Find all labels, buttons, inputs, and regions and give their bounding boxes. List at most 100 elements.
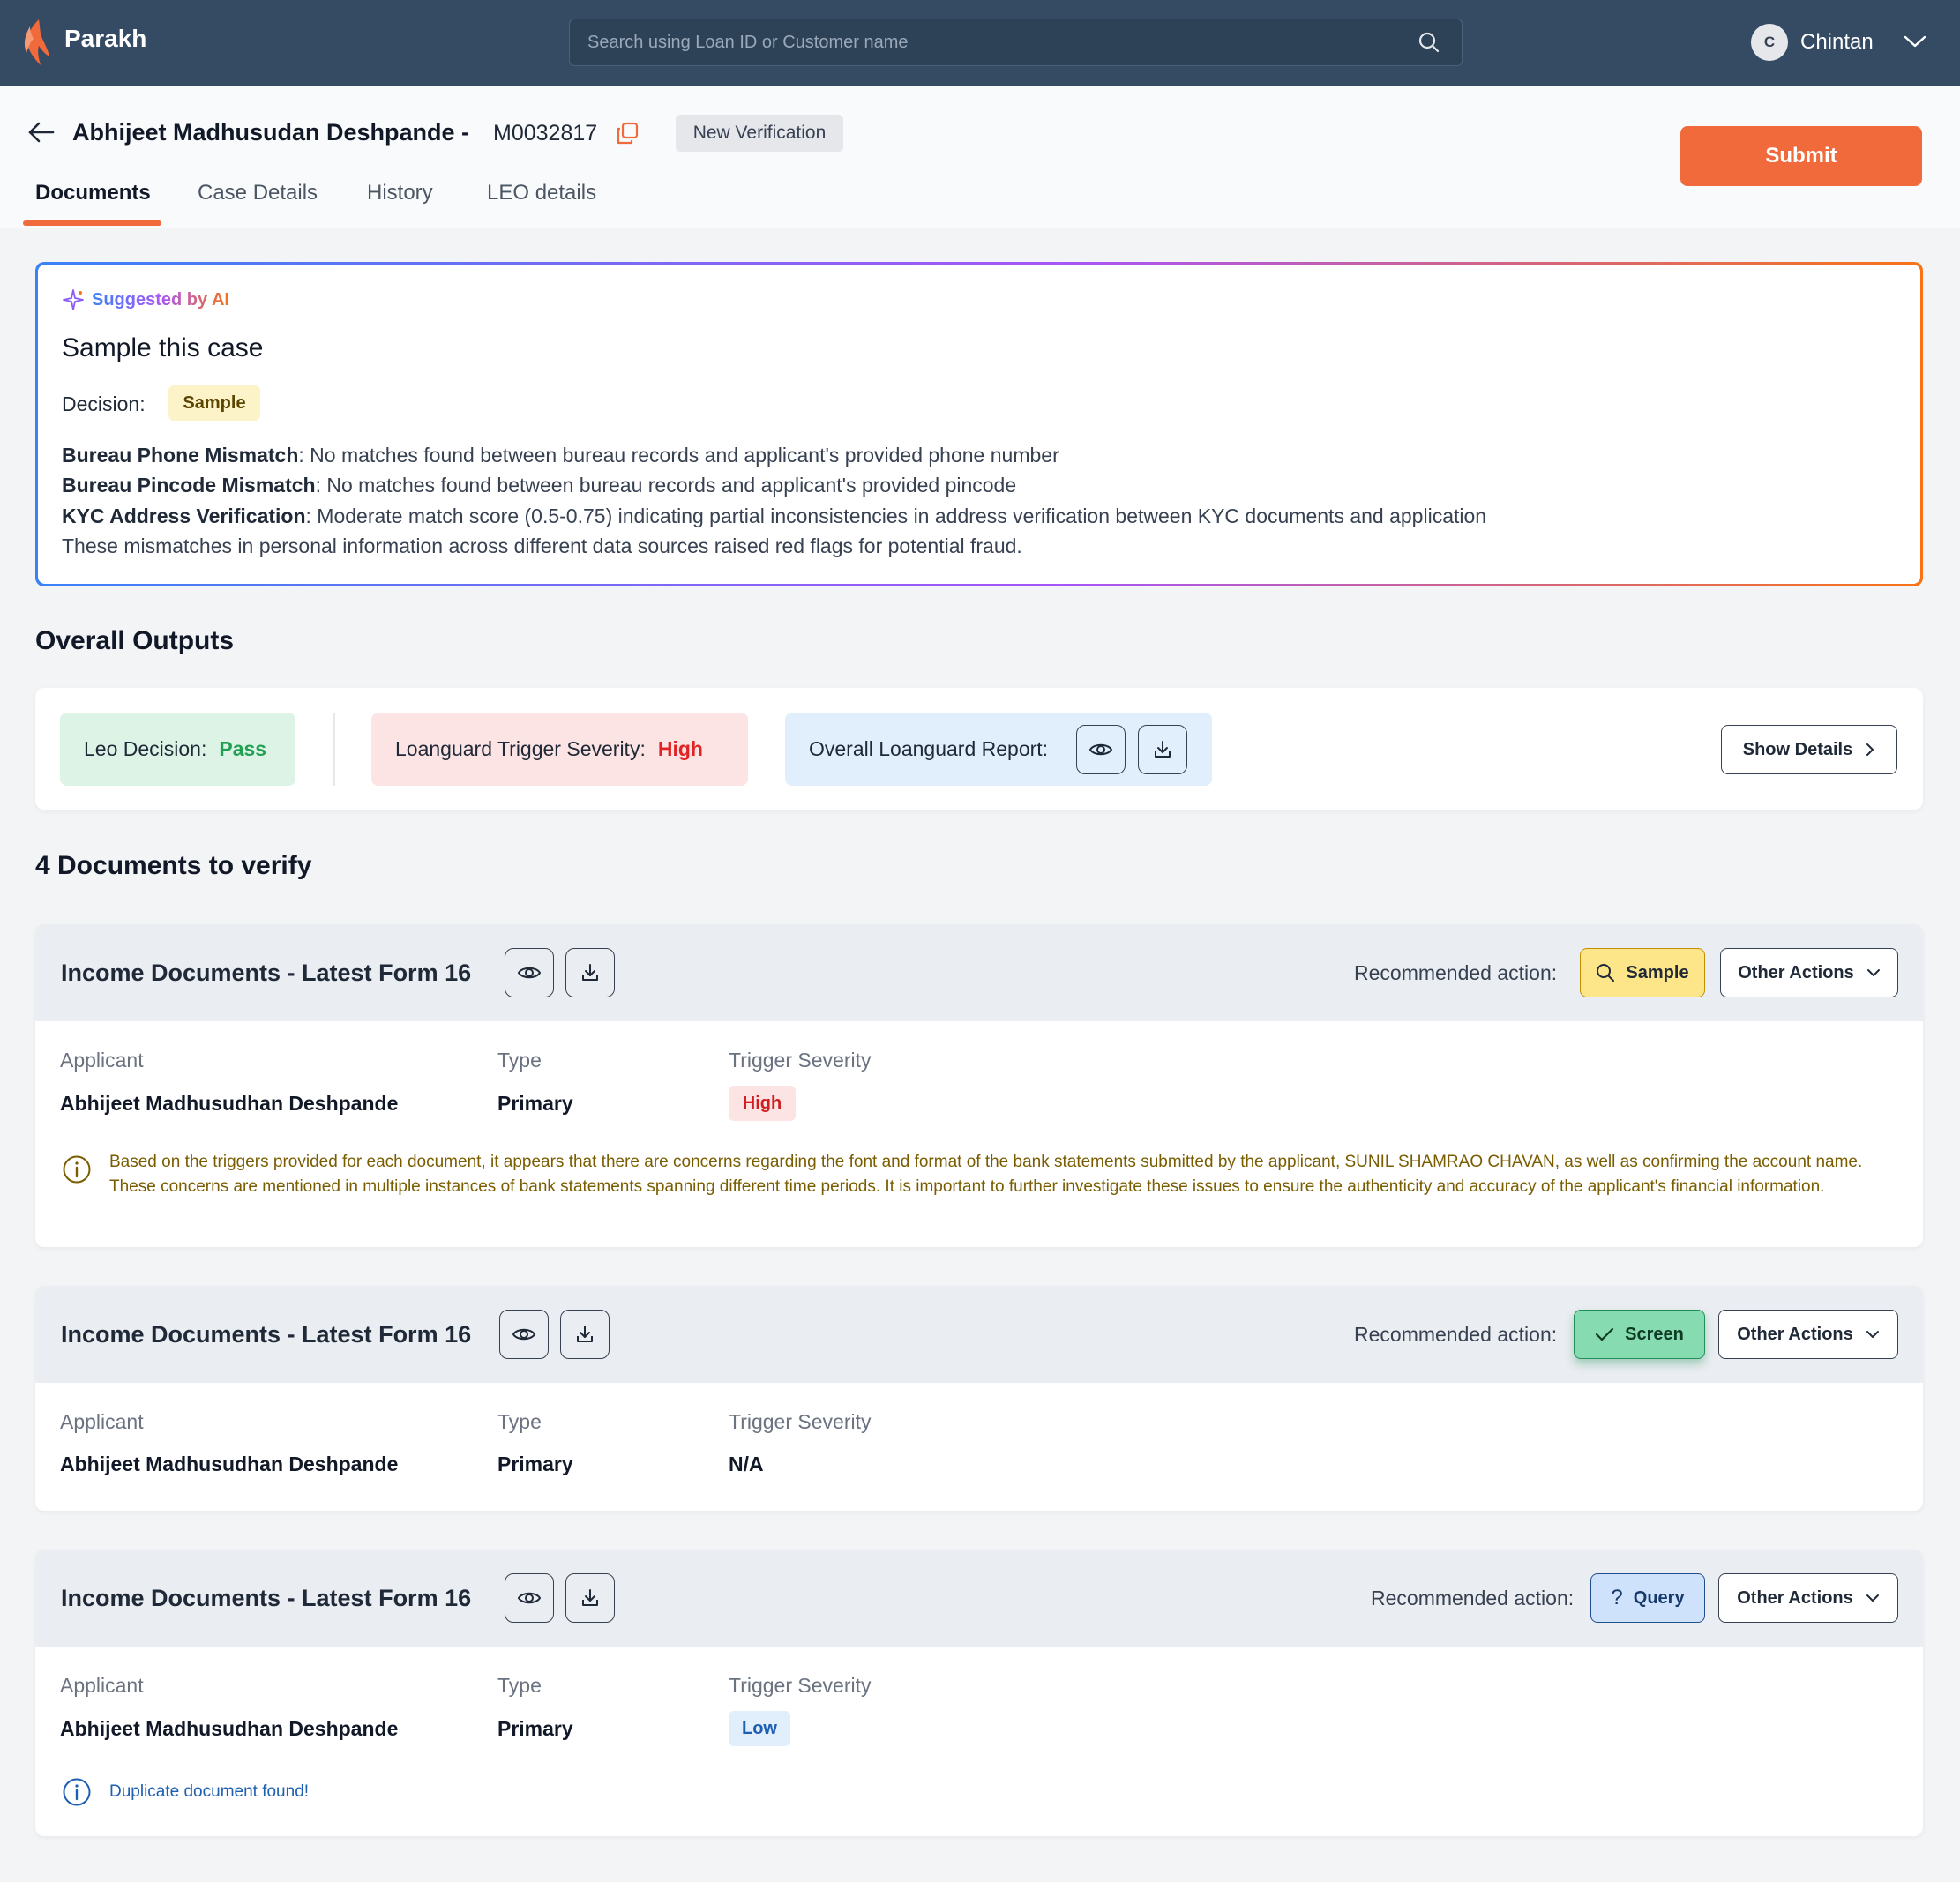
- parakh-logo-icon: [24, 19, 49, 65]
- chevron-down-icon[interactable]: [1903, 32, 1927, 51]
- tab-case-details[interactable]: Case Details: [198, 181, 318, 205]
- document-title: Income Documents - Latest Form 16: [61, 960, 472, 986]
- ai-sparkle-icon: [63, 289, 84, 310]
- ai-suggestion-card: Suggested by AI Sample this case Decisio…: [35, 262, 1923, 586]
- download-icon: [577, 1326, 593, 1342]
- other-actions-dropdown[interactable]: Other Actions: [1718, 1573, 1898, 1623]
- download-icon: [1155, 741, 1171, 758]
- app-name: Parakh: [64, 25, 147, 52]
- user-name[interactable]: Chintan: [1800, 30, 1874, 55]
- trigger-severity-label: Trigger Severity: [729, 1674, 872, 1697]
- severity-value: N/A: [729, 1453, 764, 1475]
- eye-icon: [512, 1328, 536, 1341]
- tab-leo-details[interactable]: LEO details: [487, 181, 596, 205]
- type-label: Type: [497, 1049, 542, 1072]
- trigger-severity-pill: Loanguard Trigger Severity: High: [371, 713, 748, 786]
- check-icon: [1596, 1327, 1614, 1341]
- ai-suggestion-title: Sample this case: [62, 333, 264, 362]
- document-title: Income Documents - Latest Form 16: [61, 1321, 472, 1348]
- type-label: Type: [497, 1674, 542, 1697]
- copy-icon[interactable]: [615, 121, 640, 146]
- tab-documents[interactable]: Documents: [35, 181, 151, 205]
- search-input[interactable]: [587, 19, 1399, 65]
- back-arrow-icon[interactable]: [26, 120, 55, 145]
- document-card: Income Documents - Latest Form 16 Recomm…: [35, 1286, 1923, 1511]
- view-report-button[interactable]: [1076, 725, 1126, 774]
- other-actions-dropdown[interactable]: Other Actions: [1718, 1310, 1898, 1359]
- applicant-label: Applicant: [60, 1049, 144, 1072]
- download-icon: [582, 964, 598, 981]
- download-document-button[interactable]: [565, 948, 615, 997]
- search-icon[interactable]: [1418, 31, 1440, 54]
- type-value: Primary: [497, 1092, 573, 1115]
- recommended-action-label: Recommended action:: [1354, 1323, 1558, 1346]
- other-actions-label: Other Actions: [1737, 1324, 1853, 1344]
- type-value: Primary: [497, 1453, 573, 1475]
- document-card: Income Documents - Latest Form 16 Recomm…: [35, 924, 1923, 1247]
- view-document-button[interactable]: [505, 948, 554, 997]
- other-actions-label: Other Actions: [1737, 1587, 1853, 1608]
- trigger-severity-label: Trigger Severity: [729, 1049, 872, 1072]
- recommended-action-query[interactable]: ? Query: [1590, 1573, 1705, 1623]
- recommended-action-screen[interactable]: Screen: [1574, 1310, 1705, 1359]
- view-document-button[interactable]: [499, 1310, 549, 1359]
- reason-summary: These mismatches in personal information…: [62, 534, 1022, 557]
- ai-suggested-label: Suggested by AI: [92, 290, 229, 310]
- chevron-right-icon: [1866, 743, 1874, 756]
- recommended-action-text: Query: [1633, 1587, 1685, 1608]
- active-tab-indicator: [23, 220, 161, 226]
- applicant-label: Applicant: [60, 1674, 144, 1697]
- applicant-value: Abhijeet Madhusudhan Deshpande: [60, 1092, 399, 1115]
- severity-badge: High: [729, 1086, 796, 1121]
- chevron-down-icon: [1866, 969, 1880, 976]
- decision-badge: Sample: [168, 385, 260, 421]
- recommended-action-label: Recommended action:: [1354, 961, 1558, 984]
- show-details-label: Show Details: [1742, 739, 1853, 759]
- reason-line: Bureau Phone Mismatch: No matches found …: [62, 444, 1059, 467]
- applicant-label: Applicant: [60, 1410, 144, 1433]
- case-header: [0, 86, 1960, 228]
- top-navbar: Parakh C Chintan: [0, 0, 1960, 86]
- status-badge: New Verification: [676, 115, 843, 152]
- chevron-down-icon: [1866, 1331, 1879, 1338]
- document-card-header: Income Documents - Latest Form 16 Recomm…: [35, 1550, 1923, 1647]
- recommended-action-text: Sample: [1626, 962, 1689, 982]
- download-document-button[interactable]: [565, 1573, 615, 1623]
- recommended-action-label: Recommended action:: [1371, 1587, 1575, 1609]
- customer-name: Abhijeet Madhusudan Deshpande -: [72, 119, 470, 146]
- applicant-value: Abhijeet Madhusudhan Deshpande: [60, 1717, 399, 1740]
- leo-decision-pill: Leo Decision: Pass: [60, 713, 295, 786]
- trigger-severity-label: Trigger Severity: [729, 1410, 872, 1433]
- search-bar: [569, 19, 1463, 66]
- info-icon: [63, 1778, 91, 1806]
- avatar[interactable]: C: [1751, 24, 1788, 61]
- loan-id: M0032817: [493, 121, 598, 146]
- overall-outputs-title: Overall Outputs: [35, 626, 235, 655]
- document-card: Income Documents - Latest Form 16 Recomm…: [35, 1550, 1923, 1836]
- tab-history[interactable]: History: [367, 181, 433, 205]
- type-label: Type: [497, 1410, 542, 1433]
- document-title: Income Documents - Latest Form 16: [61, 1585, 472, 1611]
- divider: [333, 713, 335, 786]
- loanguard-report-label: Overall Loanguard Report:: [809, 737, 1049, 760]
- question-icon: ?: [1611, 1586, 1623, 1609]
- applicant-value: Abhijeet Madhusudhan Deshpande: [60, 1453, 399, 1475]
- show-details-button[interactable]: Show Details: [1721, 725, 1897, 774]
- severity-badge: Low: [729, 1711, 790, 1746]
- download-document-button[interactable]: [560, 1310, 610, 1359]
- eye-icon: [1088, 743, 1113, 756]
- trigger-severity-value: High: [657, 737, 703, 760]
- other-actions-dropdown[interactable]: Other Actions: [1720, 948, 1898, 997]
- document-card-header: Income Documents - Latest Form 16 Recomm…: [35, 1286, 1923, 1383]
- decision-label: Decision:: [62, 392, 146, 415]
- recommended-action-sample[interactable]: Sample: [1580, 948, 1705, 997]
- reason-line: KYC Address Verification: Moderate match…: [62, 504, 1487, 527]
- view-document-button[interactable]: [505, 1573, 554, 1623]
- documents-section-title: 4 Documents to verify: [35, 851, 312, 880]
- download-report-button[interactable]: [1138, 725, 1187, 774]
- leo-decision-label: Leo Decision:: [84, 737, 207, 760]
- document-card-header: Income Documents - Latest Form 16 Recomm…: [35, 924, 1923, 1021]
- trigger-severity-label: Loanguard Trigger Severity:: [395, 737, 646, 760]
- recommended-action-text: Screen: [1625, 1324, 1684, 1344]
- submit-button[interactable]: Submit: [1680, 126, 1922, 186]
